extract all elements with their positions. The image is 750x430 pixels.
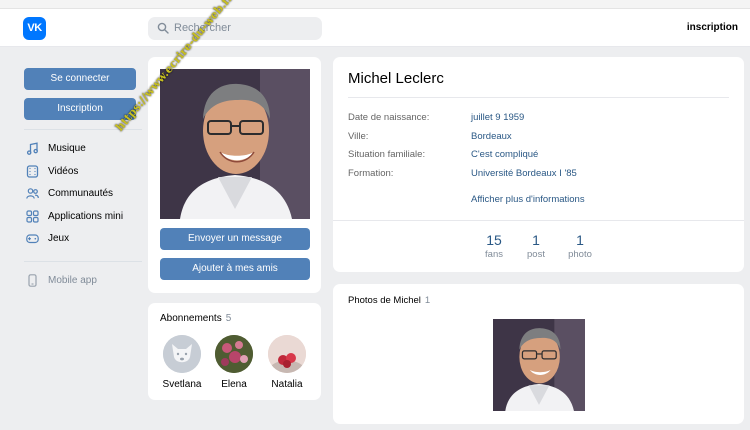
stat-caption: post (527, 249, 545, 260)
profile-photo-card: Envoyer un message Ajouter à mes amis (148, 57, 321, 293)
nav-divider (24, 260, 142, 262)
gamepad-icon (26, 234, 39, 244)
profile-avatar[interactable] (160, 69, 310, 219)
sidebar-item-label: Applications mini (48, 210, 124, 222)
info-label: Situation familiale: (348, 149, 426, 160)
sidebar-item-label: Musique (48, 143, 86, 154)
subscription-name: Natalia (271, 379, 303, 390)
sidebar-item-mini-apps[interactable]: Applications mini (24, 209, 139, 233)
info-label: Date de naissance: (348, 112, 430, 123)
apps-grid-icon (26, 209, 39, 223)
photos-label: Photos de Michel (348, 295, 421, 306)
photo-thumbnail[interactable] (493, 319, 585, 411)
login-button[interactable]: Se connecter (24, 68, 136, 90)
left-sidebar: Se connecter Inscription Musique Vidéos … (24, 68, 142, 297)
flowers-image (215, 335, 253, 373)
subscription-avatar (215, 335, 253, 373)
sidebar-item-videos[interactable]: Vidéos (24, 164, 139, 188)
info-label: Formation: (348, 168, 394, 179)
profile-info-card: Michel Leclerc Date de naissance: juille… (333, 57, 744, 272)
profile-portrait-image (160, 69, 310, 219)
send-message-button[interactable]: Envoyer un message (160, 228, 310, 250)
sidebar-item-communities[interactable]: Communautés (24, 187, 139, 210)
profile-name: Michel Leclerc (348, 70, 444, 87)
subscriptions-title[interactable]: Abonnements 5 (160, 313, 231, 324)
info-label: Ville: (348, 131, 369, 142)
stat-photos[interactable]: 1 photo (555, 232, 605, 260)
subscription-name: Svetlana (162, 379, 202, 390)
video-icon (26, 164, 39, 178)
stat-caption: photo (568, 249, 592, 260)
sidebar-item-label: Vidéos (48, 165, 79, 177)
info-value[interactable]: Bordeaux (471, 131, 512, 142)
header-signup-link[interactable]: inscription (687, 22, 738, 33)
berries-image (268, 335, 306, 373)
show-more-info-link[interactable]: Afficher plus d'informations (471, 194, 585, 205)
sidebar-item-label: Jeux (48, 233, 70, 244)
info-value[interactable]: Université Bordeaux I '85 (471, 168, 577, 179)
phone-icon (28, 273, 37, 287)
sidebar-item-mobile-app[interactable]: Mobile app (24, 273, 139, 297)
photos-card: Photos de Michel 1 (333, 284, 744, 424)
stat-number: 1 (532, 232, 540, 248)
subscription-avatar (163, 335, 201, 373)
sidebar-item-music[interactable]: Musique (24, 142, 139, 165)
stat-posts[interactable]: 1 post (511, 232, 561, 260)
photos-title[interactable]: Photos de Michel 1 (348, 295, 430, 306)
sidebar-item-label: Mobile app (48, 274, 97, 286)
name-divider (348, 97, 729, 98)
photos-count: 1 (424, 295, 431, 306)
sidebar-item-games[interactable]: Jeux (24, 232, 139, 255)
info-value[interactable]: C'est compliqué (471, 149, 538, 160)
subscription-avatar (268, 335, 306, 373)
subscriptions-count: 5 (225, 313, 232, 324)
subscription-name: Elena (221, 379, 247, 390)
browser-strip (0, 0, 750, 9)
sidebar-item-label: Communautés (48, 188, 114, 199)
subscriptions-label: Abonnements (160, 313, 222, 324)
stat-number: 1 (576, 232, 584, 248)
portrait-thumbnail-image (493, 319, 585, 411)
top-header: VK Rechercher inscription (0, 9, 750, 47)
subscription-item[interactable]: Svetlana (157, 335, 207, 390)
people-icon (26, 188, 39, 199)
add-friend-button[interactable]: Ajouter à mes amis (160, 258, 310, 280)
search-icon (157, 22, 169, 34)
stats-divider (333, 220, 744, 221)
music-note-icon (26, 142, 38, 155)
subscription-item[interactable]: Natalia (262, 335, 312, 390)
vk-logo[interactable]: VK (23, 17, 46, 40)
info-value[interactable]: juillet 9 1959 (471, 112, 524, 123)
subscriptions-card: Abonnements 5 Svetlana Elena Natalia (148, 303, 321, 400)
subscription-item[interactable]: Elena (209, 335, 259, 390)
dog-icon (163, 335, 201, 373)
search-input[interactable]: Rechercher (148, 17, 322, 40)
